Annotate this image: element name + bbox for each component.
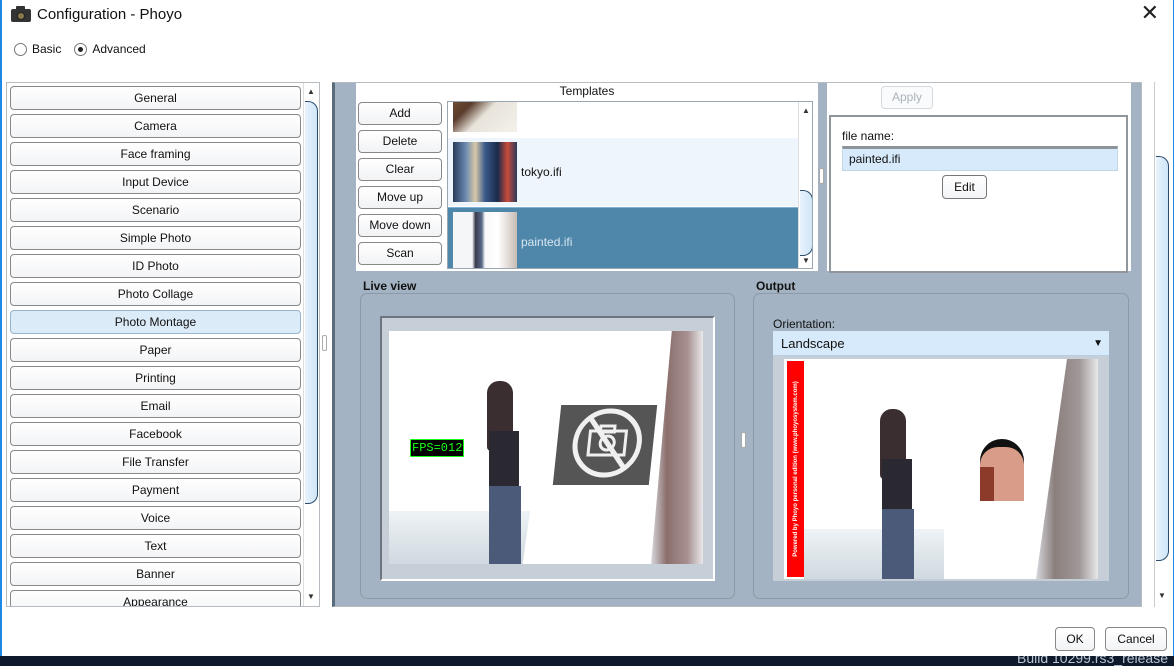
templates-scroll-thumb[interactable] bbox=[800, 190, 812, 256]
splitter-handle[interactable] bbox=[819, 168, 824, 184]
splitter-handle[interactable] bbox=[741, 432, 746, 448]
templates-list: benLaden.ifi tokyo.ifi painted.ifi ▲ ▼ bbox=[447, 101, 813, 269]
scroll-down-icon[interactable]: ▼ bbox=[1155, 589, 1169, 603]
splitter-handle[interactable] bbox=[322, 335, 327, 351]
template-item[interactable]: tokyo.ifi bbox=[448, 138, 798, 206]
close-icon[interactable]: ✕ bbox=[1141, 2, 1159, 24]
templates-title: Templates bbox=[559, 84, 615, 98]
file-name-label: file name: bbox=[842, 129, 895, 143]
sidebar-item-photo-montage[interactable]: Photo Montage bbox=[10, 310, 301, 334]
template-name: painted.ifi bbox=[521, 235, 573, 249]
radio-advanced[interactable] bbox=[74, 42, 88, 56]
ok-button[interactable]: OK bbox=[1055, 627, 1095, 651]
window-title: Configuration - Phoyo bbox=[37, 5, 183, 23]
settings-menu: General Camera Face framing Input Device Sce… bbox=[6, 82, 320, 607]
taskbar: Build 10299.rs3_release bbox=[0, 656, 1174, 666]
sidebar-item-payment[interactable]: Payment bbox=[10, 478, 301, 502]
painted-face bbox=[976, 439, 1026, 501]
apply-button[interactable]: Apply bbox=[881, 86, 933, 109]
properties-box: file name: painted.ifi Edit bbox=[829, 115, 1128, 273]
template-thumbnail bbox=[453, 142, 517, 202]
menu-scrollbar[interactable]: ▲ ▼ bbox=[303, 83, 318, 606]
scroll-up-icon[interactable]: ▲ bbox=[304, 85, 318, 99]
output-label: Output bbox=[756, 279, 796, 293]
sidebar-item-appearance[interactable]: Appearance bbox=[10, 590, 301, 606]
clear-button[interactable]: Clear bbox=[358, 158, 442, 181]
main-scroll-thumb[interactable] bbox=[1156, 156, 1169, 561]
sidebar-item-face-framing[interactable]: Face framing bbox=[10, 142, 301, 166]
scan-button[interactable]: Scan bbox=[358, 242, 442, 265]
sidebar-item-banner[interactable]: Banner bbox=[10, 562, 301, 586]
scroll-up-icon[interactable]: ▲ bbox=[799, 104, 812, 118]
template-properties-panel: Apply file name: painted.ifi Edit bbox=[827, 83, 1131, 273]
sidebar-item-printing[interactable]: Printing bbox=[10, 366, 301, 390]
scroll-down-icon[interactable]: ▼ bbox=[304, 590, 318, 604]
live-view-label: Live view bbox=[363, 279, 417, 293]
templates-scrollbar[interactable]: ▲ ▼ bbox=[798, 102, 812, 268]
title-bar: Configuration - Phoyo bbox=[10, 4, 182, 24]
camera-icon bbox=[10, 6, 32, 22]
templates-panel: Templates Add Delete Clear Move up Move … bbox=[356, 83, 818, 271]
sidebar-item-facebook[interactable]: Facebook bbox=[10, 422, 301, 446]
main-scrollbar[interactable]: ▲ ▼ bbox=[1154, 82, 1171, 607]
delete-button[interactable]: Delete bbox=[358, 130, 442, 153]
template-item[interactable]: benLaden.ifi bbox=[448, 102, 798, 136]
template-thumbnail bbox=[453, 102, 517, 132]
chevron-down-icon: ▼ bbox=[1093, 338, 1103, 349]
sidebar-item-scenario[interactable]: Scenario bbox=[10, 198, 301, 222]
sidebar-item-camera[interactable]: Camera bbox=[10, 114, 301, 138]
sidebar-item-input-device[interactable]: Input Device bbox=[10, 170, 301, 194]
orientation-dropdown[interactable]: Landscape ▼ bbox=[773, 331, 1109, 356]
main-scroll-track[interactable]: ▼ bbox=[1155, 82, 1170, 605]
sidebar-item-photo-collage[interactable]: Photo Collage bbox=[10, 282, 301, 306]
scroll-down-icon[interactable]: ▼ bbox=[799, 254, 812, 268]
sidebar-item-id-photo[interactable]: ID Photo bbox=[10, 254, 301, 278]
powered-by-banner: Powered by Phoyo personal edition (www.p… bbox=[787, 361, 804, 577]
orientation-label: Orientation: bbox=[773, 317, 836, 331]
sidebar-item-email[interactable]: Email bbox=[10, 394, 301, 418]
configuration-window: Configuration - Phoyo ✕ Basic Advanced G… bbox=[0, 0, 1174, 656]
cancel-button[interactable]: Cancel bbox=[1105, 627, 1167, 651]
build-text: Build 10299.rs3_release bbox=[1017, 656, 1168, 666]
template-item-selected[interactable]: painted.ifi bbox=[448, 207, 799, 268]
fps-counter: FPS=012 bbox=[410, 439, 465, 457]
template-thumbnail bbox=[453, 212, 517, 268]
sidebar-item-paper[interactable]: Paper bbox=[10, 338, 301, 362]
orientation-value: Landscape bbox=[781, 336, 845, 351]
sidebar-item-file-transfer[interactable]: File Transfer bbox=[10, 450, 301, 474]
move-down-button[interactable]: Move down bbox=[358, 214, 442, 237]
output-image bbox=[784, 359, 1098, 579]
radio-basic[interactable] bbox=[14, 42, 27, 56]
edit-button[interactable]: Edit bbox=[942, 175, 987, 199]
add-button[interactable]: Add bbox=[358, 102, 442, 125]
mode-selector: Basic Advanced bbox=[14, 42, 154, 56]
no-camera-icon bbox=[552, 405, 658, 485]
sidebar-item-voice[interactable]: Voice bbox=[10, 506, 301, 530]
template-name: tokyo.ifi bbox=[521, 165, 562, 179]
menu-scroll-thumb[interactable] bbox=[305, 101, 318, 504]
move-up-button[interactable]: Move up bbox=[358, 186, 442, 209]
radio-basic-label[interactable]: Basic bbox=[32, 42, 61, 56]
sidebar-item-text[interactable]: Text bbox=[10, 534, 301, 558]
sidebar-item-simple-photo[interactable]: Simple Photo bbox=[10, 226, 301, 250]
file-name-field[interactable]: painted.ifi bbox=[842, 146, 1118, 171]
radio-advanced-label[interactable]: Advanced bbox=[92, 42, 145, 56]
sidebar-item-general[interactable]: General bbox=[10, 86, 301, 110]
